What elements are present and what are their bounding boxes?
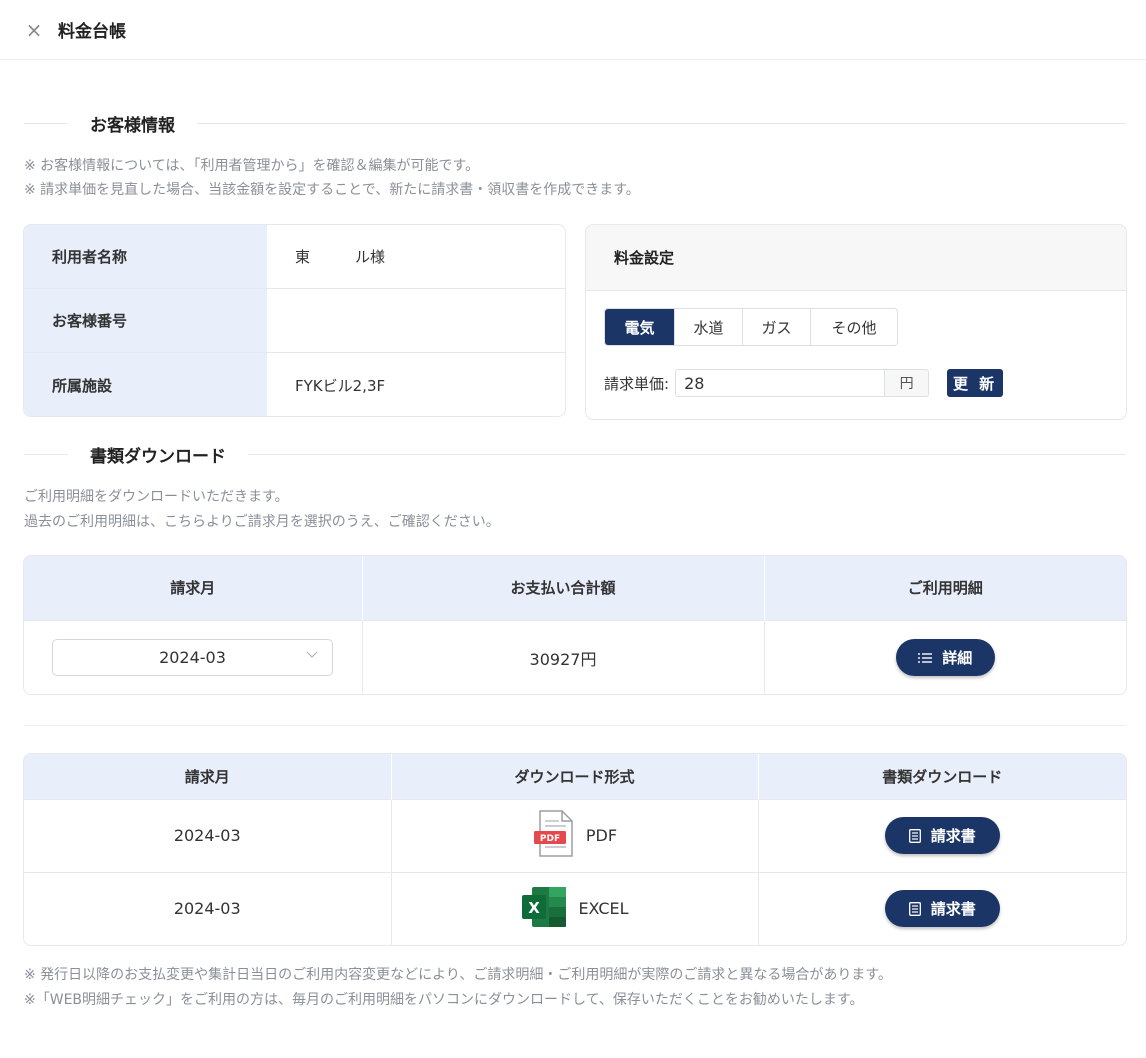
footer-note-2: ※「WEB明細チェック」をご利用の方は、毎月のご利用明細をパソコンにダウンロード… [24, 992, 864, 1008]
customer-name-value: 東 ル様 [295, 248, 386, 266]
facility-value: FYKビル2,3F [295, 376, 386, 395]
download-note-2: 過去のご利用明細は、こちらよりご請求月を選択のうえ、ご確認ください。 [24, 514, 500, 530]
details-cell: 詳細 [764, 619, 1126, 694]
column-header-total: お支払い合計額 [362, 556, 765, 620]
info-label: お客様番号 [24, 289, 267, 352]
heading-rule [24, 122, 68, 124]
customer-section-heading: お客様情報 [24, 111, 1126, 136]
row-month: 2024-03 [24, 798, 392, 872]
tab-other[interactable]: その他 [811, 309, 897, 345]
currency-unit: 円 [885, 369, 930, 397]
top-bar: × 料金台帳 [0, 0, 1146, 60]
info-row-facility: 所属施設 FYKビル2,3F [24, 353, 565, 416]
documents-table: 請求月 ダウンロード形式 書類ダウンロード 2024-03 PDF PDF 請求… [23, 753, 1127, 946]
heading-rule [248, 453, 1126, 455]
update-button[interactable]: 更 新 [947, 369, 1004, 397]
customer-note-1: ※ お客様情報については、「利用者管理から」を確認＆編集が可能です。 [24, 158, 480, 174]
info-label: 所属施設 [24, 353, 267, 416]
info-row-name: 利用者名称 東 ル様 [24, 225, 565, 289]
customer-number-value [267, 289, 565, 352]
excel-file-icon: X [520, 885, 568, 933]
close-icon[interactable]: × [24, 20, 44, 40]
selected-month: 2024-03 [159, 648, 226, 668]
info-row-number: お客様番号 [24, 289, 565, 353]
invoice-download-button[interactable]: 請求書 [884, 890, 1000, 928]
download-section-heading: 書類ダウンロード [24, 442, 1126, 467]
unit-price-input[interactable] [675, 369, 886, 397]
customer-note-2: ※ 請求単価を見直した場合、当該金額を設定することで、新たに請求書・領収書を作成… [24, 182, 640, 198]
invoice-download-button[interactable]: 請求書 [884, 817, 1000, 854]
unit-price-row: 請求単価: 円 更 新 [604, 369, 1004, 397]
column-header-format: ダウンロード形式 [391, 754, 759, 799]
format-label: PDF [585, 826, 618, 845]
chevron-down-icon [306, 649, 318, 662]
column-header-billing-month: 請求月 [24, 556, 363, 620]
billing-summary-table: 請求月 お支払い合計額 ご利用明細 2024-03 30927円 詳細 [23, 555, 1127, 695]
fee-settings-title: 料金設定 [586, 225, 1126, 291]
svg-text:X: X [529, 899, 541, 917]
table-row: 2024-03 30927円 詳細 [24, 619, 1126, 694]
month-cell: 2024-03 [24, 619, 363, 694]
pdf-file-icon: PDF [532, 809, 576, 863]
tab-gas[interactable]: ガス [743, 309, 811, 345]
format-cell: X EXCEL [391, 871, 759, 945]
heading-rule [24, 453, 68, 455]
download-cell: 請求書 [758, 798, 1126, 872]
document-icon [908, 828, 921, 843]
tab-water[interactable]: 水道 [675, 309, 743, 345]
invoice-button-label: 請求書 [930, 900, 976, 919]
footer-note-1: ※ 発行日以降のお支払変更や集計日当日のご利用内容変更などにより、ご請求明細・ご… [24, 967, 892, 983]
table-header-row: 請求月 ダウンロード形式 書類ダウンロード [24, 754, 1126, 799]
row-month: 2024-03 [24, 871, 392, 945]
document-icon [908, 901, 921, 916]
customer-info-card: 利用者名称 東 ル様 お客様番号 所属施設 FYKビル2,3F [23, 224, 566, 417]
table-row: 2024-03 PDF PDF 請求書 [24, 798, 1126, 872]
utility-tabs: 電気 水道 ガス その他 [604, 308, 898, 346]
tab-electricity[interactable]: 電気 [605, 309, 675, 345]
total-amount: 30927円 [362, 619, 765, 694]
column-header-usage-details: ご利用明細 [764, 556, 1126, 620]
download-note-1: ご利用明細をダウンロードいただきます。 [24, 489, 289, 505]
column-header-download: 書類ダウンロード [758, 754, 1126, 799]
details-button-label: 詳細 [942, 649, 973, 668]
details-button[interactable]: 詳細 [895, 639, 995, 677]
download-cell: 請求書 [758, 871, 1126, 945]
fee-settings-card: 料金設定 電気 水道 ガス その他 請求単価: 円 更 新 [585, 224, 1127, 420]
table-row: 2024-03 X EXCEL 請求書 [24, 871, 1126, 945]
invoice-button-label: 請求書 [930, 827, 976, 845]
table-header-row: 請求月 お支払い合計額 ご利用明細 [24, 556, 1126, 620]
list-icon [918, 652, 933, 664]
download-section-title: 書類ダウンロード [90, 446, 226, 467]
info-label: 利用者名称 [24, 225, 267, 288]
heading-rule [197, 122, 1126, 124]
format-label: EXCEL [578, 899, 629, 919]
section-divider [24, 725, 1126, 726]
billing-month-select[interactable]: 2024-03 [52, 639, 333, 677]
column-header-billing-month: 請求月 [24, 754, 392, 799]
format-cell: PDF PDF [391, 798, 759, 872]
page-title: 料金台帳 [58, 22, 126, 42]
svg-text:PDF: PDF [540, 834, 560, 844]
customer-section-title: お客様情報 [90, 115, 175, 136]
unit-price-label: 請求単価: [604, 374, 670, 393]
